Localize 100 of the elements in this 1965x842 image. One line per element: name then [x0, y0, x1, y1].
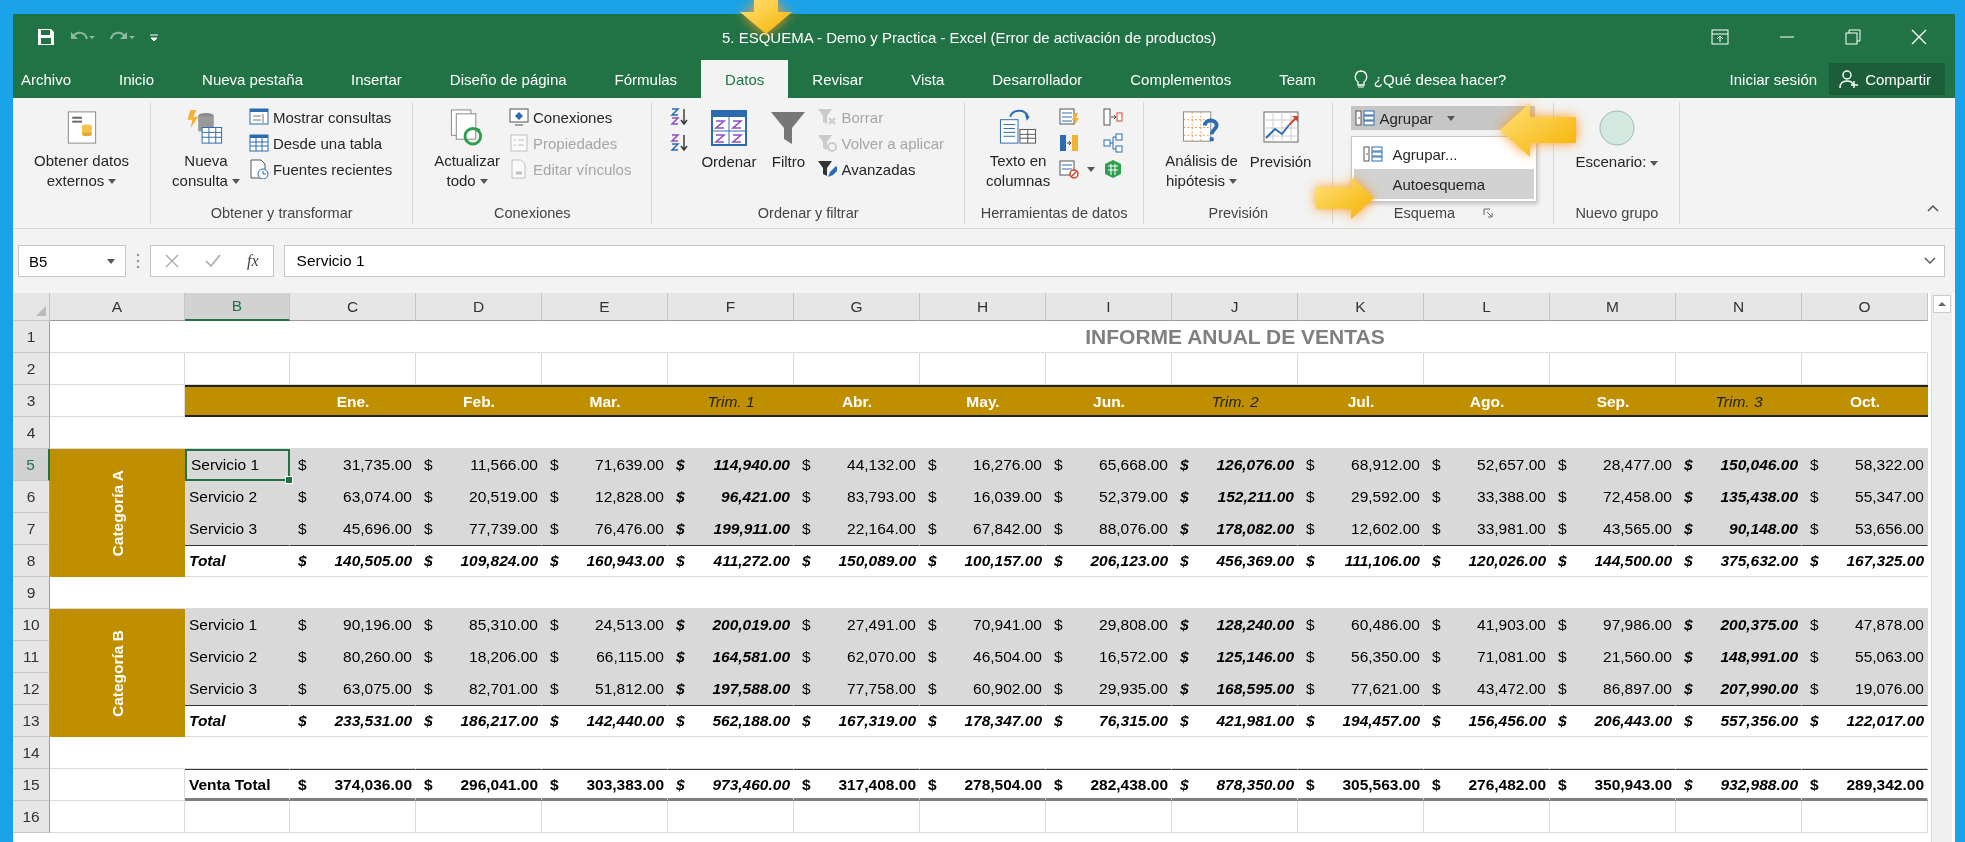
row-label[interactable]: Servicio 3: [185, 673, 290, 705]
menu-tab[interactable]: Team: [1255, 60, 1340, 98]
ribbon-button[interactable]: Fuentes recientes: [248, 158, 395, 180]
menu-tab[interactable]: Datos: [701, 60, 789, 98]
column-header[interactable]: K: [1298, 293, 1424, 321]
row-header[interactable]: 7: [13, 513, 50, 545]
ribbon-button[interactable]: Ordenar: [698, 104, 760, 192]
menu-tab[interactable]: Complementos: [1106, 60, 1256, 98]
menu-tab[interactable]: Desarrollador: [968, 60, 1107, 98]
ribbon-button[interactable]: Conexiones: [509, 106, 634, 128]
ribbon-button[interactable]: Avanzadas: [817, 158, 946, 180]
column-header[interactable]: J: [1172, 293, 1298, 321]
ribbon-display-icon[interactable]: [1711, 29, 1729, 45]
grid-cell[interactable]: [50, 801, 185, 833]
row-header[interactable]: 8: [13, 545, 50, 577]
ribbon-icon-button[interactable]: [1103, 132, 1126, 154]
column-header[interactable]: I: [1046, 293, 1172, 321]
ribbon-button[interactable]: Filtro: [765, 104, 812, 192]
grid-cell[interactable]: [542, 801, 668, 833]
insert-function-button[interactable]: fx: [247, 252, 259, 270]
row-header[interactable]: 2: [13, 353, 50, 385]
row-header[interactable]: 3: [13, 385, 50, 417]
grid-cell[interactable]: [1802, 801, 1928, 833]
grid-cell[interactable]: [794, 801, 920, 833]
dialog-launcher-icon[interactable]: [1483, 208, 1494, 218]
row-header[interactable]: 16: [13, 801, 50, 833]
grid-cell[interactable]: [920, 801, 1046, 833]
column-header[interactable]: N: [1676, 293, 1802, 321]
column-header[interactable]: M: [1550, 293, 1676, 321]
name-box[interactable]: B5: [18, 245, 126, 277]
row-header[interactable]: 9: [13, 577, 50, 609]
column-header[interactable]: L: [1424, 293, 1550, 321]
grid-cell[interactable]: [290, 801, 416, 833]
grid-cell[interactable]: [1172, 801, 1298, 833]
column-header[interactable]: G: [794, 293, 920, 321]
grid-cell[interactable]: [1676, 801, 1802, 833]
row-label[interactable]: Servicio 3: [185, 513, 290, 545]
menu-tab[interactable]: Revisar: [788, 60, 888, 98]
formula-field[interactable]: Servicio 1: [283, 245, 1945, 277]
menu-tab[interactable]: Fórmulas: [590, 60, 702, 98]
menu-item[interactable]: Autoesquema: [1354, 169, 1535, 199]
column-header[interactable]: H: [920, 293, 1046, 321]
close-icon[interactable]: [1911, 29, 1927, 45]
column-header[interactable]: C: [290, 293, 416, 321]
ribbon-button[interactable]: Actualizar todo: [431, 104, 504, 192]
column-header[interactable]: F: [668, 293, 794, 321]
tell-me-field[interactable]: ¿Qué desea hacer?: [1353, 60, 1507, 98]
grid-cell[interactable]: [50, 769, 185, 801]
ribbon-button[interactable]: Previsión: [1246, 104, 1315, 192]
grid-cell[interactable]: [668, 801, 794, 833]
restore-icon[interactable]: [1845, 29, 1861, 45]
column-header[interactable]: D: [416, 293, 542, 321]
ribbon-button[interactable]: Texto en columnas: [983, 104, 1054, 192]
grid-cell[interactable]: [1550, 801, 1676, 833]
vertical-scrollbar[interactable]: [1931, 293, 1952, 842]
select-all-icon[interactable]: [36, 306, 46, 316]
ribbon-button[interactable]: Mostrar consultas: [248, 106, 395, 128]
row-header[interactable]: 14: [13, 737, 50, 769]
ribbon-button[interactable]: Desde una tabla: [248, 132, 395, 154]
row-header[interactable]: 13: [13, 705, 50, 737]
cancel-icon[interactable]: [165, 254, 179, 268]
row-label[interactable]: Servicio 2: [185, 641, 290, 673]
menu-tab[interactable]: Archivo: [13, 60, 96, 98]
grid-cell[interactable]: [1046, 801, 1172, 833]
column-header[interactable]: E: [542, 293, 668, 321]
share-button[interactable]: Compartir: [1829, 63, 1945, 95]
menu-tab[interactable]: Diseño de página: [425, 60, 591, 98]
row-header[interactable]: 15: [13, 769, 50, 801]
ribbon-button[interactable]: Análisis de hipótesis: [1162, 104, 1241, 192]
column-header[interactable]: A: [50, 293, 185, 321]
row-header[interactable]: 1: [13, 321, 50, 353]
ribbon-button[interactable]: Nueva consulta: [169, 104, 243, 192]
ribbon-icon-button[interactable]: [1103, 106, 1126, 128]
ribbon-button[interactable]: Obtener datos externos: [31, 104, 133, 192]
sign-in-link[interactable]: Iniciar sesión: [1717, 60, 1830, 98]
menu-tab[interactable]: Inicio: [95, 60, 179, 98]
row-label[interactable]: Servicio 1: [185, 449, 290, 481]
group-split-button[interactable]: Agrupar: [1351, 106, 1536, 130]
menu-item[interactable]: Agrupar...: [1354, 139, 1535, 169]
grid-cell[interactable]: [185, 801, 290, 833]
row-label[interactable]: Servicio 2: [185, 481, 290, 513]
grid-cell[interactable]: [1424, 801, 1550, 833]
enter-check-icon[interactable]: [205, 254, 221, 268]
row-header[interactable]: 10: [13, 609, 50, 641]
customize-icon[interactable]: [149, 32, 159, 42]
ribbon-button[interactable]: Escenario:: [1572, 104, 1662, 192]
menu-tab[interactable]: Insertar: [326, 60, 426, 98]
ribbon-icon-button[interactable]: [1059, 158, 1098, 180]
save-icon[interactable]: [37, 28, 55, 46]
scroll-up-icon[interactable]: [1933, 295, 1951, 313]
column-header[interactable]: B: [185, 293, 290, 321]
row-header[interactable]: 11: [13, 641, 50, 673]
row-header[interactable]: 5: [13, 449, 50, 481]
row-header[interactable]: 12: [13, 673, 50, 705]
collapse-ribbon-icon[interactable]: [1927, 204, 1939, 212]
menu-tab[interactable]: Nueva pestaña: [178, 60, 327, 98]
row-header[interactable]: 4: [13, 417, 50, 449]
row-header[interactable]: 6: [13, 481, 50, 513]
row-label[interactable]: Servicio 1: [185, 609, 290, 641]
grid-cell[interactable]: [1298, 801, 1424, 833]
